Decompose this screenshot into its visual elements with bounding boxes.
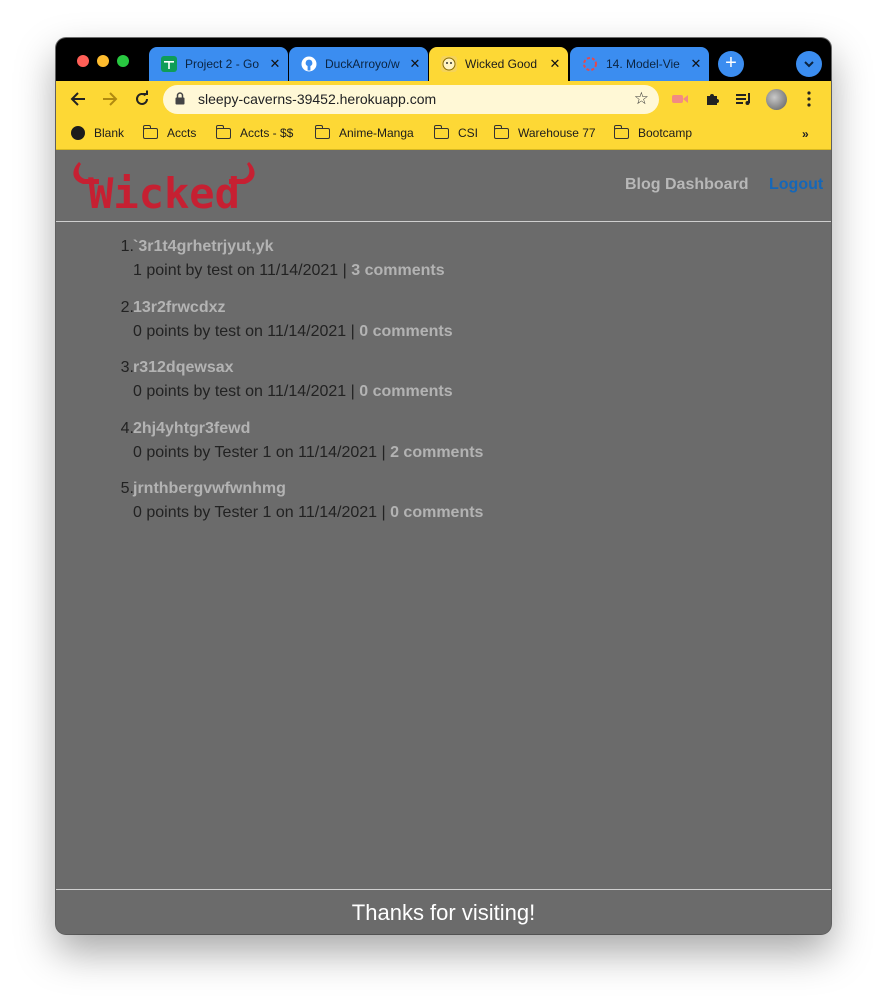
post-number: 2. bbox=[120, 298, 134, 316]
tab-title: Project 2 - Go bbox=[185, 57, 260, 71]
bookmark-warehouse-77[interactable]: Warehouse 77 bbox=[493, 123, 596, 143]
bookmark-label: Blank bbox=[94, 126, 125, 140]
tab-model-view[interactable]: 14. Model-Vie ✕ bbox=[570, 47, 709, 81]
logout-link[interactable]: Logout bbox=[769, 176, 823, 194]
wicked-favicon bbox=[441, 56, 457, 72]
bookmark-blank[interactable]: Blank bbox=[71, 123, 124, 143]
zoom-window-button[interactable] bbox=[117, 55, 129, 67]
bookmark-label: Warehouse 77 bbox=[518, 126, 596, 140]
post-comments-link[interactable]: 0 comments bbox=[390, 504, 483, 521]
post-meta: 0 points by Tester 1 on 11/14/2021 | 0 c… bbox=[133, 504, 483, 522]
post-title-link[interactable]: `3r1t4grhetrjyut,yk bbox=[133, 238, 274, 256]
folder-icon bbox=[613, 124, 629, 139]
bookmark-label: CSI bbox=[458, 126, 479, 140]
bookmark-star-icon[interactable]: ☆ bbox=[634, 89, 649, 109]
media-queue-icon[interactable] bbox=[734, 89, 754, 109]
post-meta: 0 points by Tester 1 on 11/14/2021 | 2 c… bbox=[133, 444, 483, 462]
post-comments-link[interactable]: 0 comments bbox=[359, 383, 452, 400]
profile-avatar[interactable] bbox=[766, 89, 787, 110]
post-title-link[interactable]: jrnthbergvwfwnhmg bbox=[133, 480, 286, 498]
folder-icon bbox=[215, 124, 231, 139]
folder-icon bbox=[142, 124, 158, 139]
address-bar[interactable]: sleepy-caverns-39452.herokuapp.com ☆ bbox=[163, 85, 659, 114]
post-title-link[interactable]: r312dqewsax bbox=[133, 359, 234, 377]
wicked-logo[interactable]: Wicked bbox=[69, 158, 259, 214]
bookmark-label: Accts bbox=[167, 126, 197, 140]
close-tab-icon[interactable]: ✕ bbox=[546, 56, 564, 72]
bookmark-accts-money[interactable]: Accts - $$ bbox=[215, 123, 294, 143]
camera-extension-icon[interactable] bbox=[670, 89, 690, 109]
folder-icon bbox=[493, 124, 509, 139]
bookmark-anime-manga[interactable]: Anime-Manga bbox=[314, 123, 414, 143]
post-meta: 0 points by test on 11/14/2021 | 0 comme… bbox=[133, 383, 453, 401]
bookmark-csi[interactable]: CSI bbox=[433, 123, 479, 143]
tab-strip: Project 2 - Go ✕ DuckArroyo/w ✕ Wicked G… bbox=[56, 38, 831, 81]
close-tab-icon[interactable]: ✕ bbox=[687, 56, 705, 72]
close-tab-icon[interactable]: ✕ bbox=[406, 56, 424, 72]
reload-button[interactable] bbox=[130, 87, 154, 111]
puzzle-extensions-icon[interactable] bbox=[702, 89, 722, 109]
blog-dashboard-link[interactable]: Blog Dashboard bbox=[625, 176, 749, 194]
globe-icon bbox=[71, 126, 85, 140]
forward-button[interactable] bbox=[98, 87, 122, 111]
folder-icon bbox=[433, 124, 449, 139]
lock-icon bbox=[175, 92, 185, 105]
tab-title: 14. Model-Vie bbox=[606, 57, 680, 71]
google-sheets-icon bbox=[161, 56, 177, 72]
post-comments-link[interactable]: 0 comments bbox=[359, 323, 452, 340]
post-comments-link[interactable]: 3 comments bbox=[351, 262, 444, 279]
url-text: sleepy-caverns-39452.herokuapp.com bbox=[198, 91, 437, 107]
tab-project-2[interactable]: Project 2 - Go ✕ bbox=[149, 47, 288, 81]
tab-title: DuckArroyo/w bbox=[325, 57, 400, 71]
bookmark-label: Bootcamp bbox=[638, 126, 693, 140]
post-meta: 0 points by test on 11/14/2021 | 0 comme… bbox=[133, 323, 453, 341]
logo-text: Wicked bbox=[88, 169, 240, 214]
bookmark-bootcamp[interactable]: Bootcamp bbox=[613, 123, 693, 143]
post-meta-text: 0 points by Tester 1 on 11/14/2021 | bbox=[133, 504, 391, 521]
post-title-link[interactable]: 2hj4yhtgr3fewd bbox=[133, 420, 250, 438]
tab-search-button[interactable] bbox=[796, 51, 822, 77]
footer-text: Thanks for visiting! bbox=[351, 900, 536, 925]
site-header: Wicked Blog Dashboard Logout bbox=[56, 150, 831, 222]
site-footer: Thanks for visiting! bbox=[56, 889, 831, 934]
post-meta: 1 point by test on 11/14/2021 | 3 commen… bbox=[133, 262, 445, 280]
close-tab-icon[interactable]: ✕ bbox=[266, 56, 284, 72]
post-number: 5. bbox=[120, 480, 134, 497]
page-content: Wicked Blog Dashboard Logout 1. `3r1t4gr… bbox=[56, 150, 831, 934]
post-meta-text: 0 points by test on 11/14/2021 | bbox=[133, 383, 360, 400]
bookmark-accts[interactable]: Accts bbox=[142, 123, 197, 143]
tab-title: Wicked Good bbox=[465, 57, 538, 71]
browser-toolbar: sleepy-caverns-39452.herokuapp.com ☆ bbox=[56, 81, 831, 118]
back-button[interactable] bbox=[66, 87, 90, 111]
github-icon bbox=[301, 56, 317, 72]
folder-icon bbox=[314, 124, 330, 139]
bookmark-label: Anime-Manga bbox=[339, 126, 414, 140]
post-meta-text: 1 point by test on 11/14/2021 | bbox=[133, 262, 352, 279]
post-number: 3. bbox=[120, 359, 134, 376]
close-window-button[interactable] bbox=[77, 55, 89, 67]
tab-wicked-good[interactable]: Wicked Good ✕ bbox=[429, 47, 568, 81]
bookmark-label: Accts - $$ bbox=[240, 126, 294, 140]
post-meta-text: 0 points by Tester 1 on 11/14/2021 | bbox=[133, 443, 391, 461]
more-menu-icon[interactable] bbox=[799, 89, 819, 109]
post-number: 1. bbox=[120, 238, 134, 255]
loading-spinner-icon bbox=[582, 56, 598, 72]
new-tab-button[interactable]: + bbox=[718, 51, 744, 77]
post-meta-text: 0 points by test on 11/14/2021 | bbox=[133, 322, 360, 340]
post-comments-link[interactable]: 2 comments bbox=[390, 444, 483, 461]
post-title-link[interactable]: 13r2frwcdxz bbox=[133, 299, 226, 317]
post-number: 4. bbox=[120, 419, 134, 437]
tab-github[interactable]: DuckArroyo/w ✕ bbox=[289, 47, 428, 81]
bookmarks-overflow-button[interactable]: » bbox=[802, 127, 809, 141]
browser-window: Project 2 - Go ✕ DuckArroyo/w ✕ Wicked G… bbox=[56, 38, 831, 934]
bookmarks-bar: Blank Accts Accts - $$ Anime-Manga CSI W… bbox=[56, 118, 831, 150]
minimize-window-button[interactable] bbox=[97, 55, 109, 67]
